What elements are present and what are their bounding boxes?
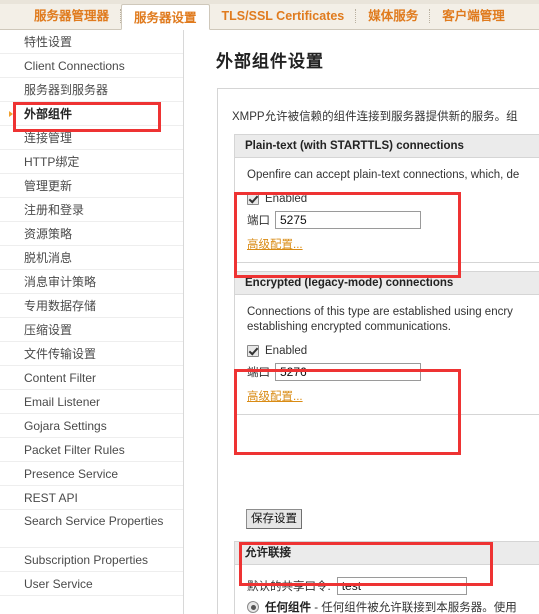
sidebar-item-http-binding[interactable]: HTTP绑定: [0, 150, 183, 174]
plaintext-description: Openfire can accept plain-text connectio…: [247, 169, 520, 181]
sidebar-item-label: 特性设置: [24, 35, 73, 49]
sidebar-item-label: 服务器到服务器: [24, 83, 109, 97]
plaintext-advanced-config-link[interactable]: 高级配置...: [247, 236, 303, 252]
sidebar-item-label: User Service: [24, 577, 93, 591]
sidebar-item-label: 资源策略: [24, 227, 73, 241]
sidebar-item-label: 文件传输设置: [24, 347, 97, 361]
sidebar-item-content-filter[interactable]: Content Filter: [0, 366, 183, 390]
intro-description: XMPP允许被信赖的组件连接到服务器提供新的服务。组: [232, 111, 518, 123]
app-screen: 服务器管理器 服务器设置 TLS/SSL Certificates 媒体服务 客…: [0, 0, 539, 614]
sidebar-item-label: Email Listener: [24, 395, 101, 409]
allowed-connections-body: 默认的共享口令: 任何组件 - 任何组件被允许联接到本服务器。使用 允许联接名单…: [235, 565, 539, 614]
allow-any-component-description: - 任何组件被允许联接到本服务器。使用: [314, 602, 517, 614]
selected-arrow-icon: [9, 111, 13, 117]
sidebar-item-feature-settings[interactable]: 特性设置: [0, 30, 183, 54]
plaintext-connections-section: Plain-text (with STARTTLS) connections O…: [234, 134, 539, 263]
sidebar-item-label: Presence Service: [24, 467, 119, 481]
sidebar-item-client-connections[interactable]: Client Connections: [0, 54, 183, 78]
allow-any-component-radio[interactable]: [247, 601, 259, 613]
tab-tls-ssl-certificates[interactable]: TLS/SSL Certificates: [210, 3, 357, 29]
sidebar-item-label: Content Filter: [24, 371, 97, 385]
sidebar-item-label: Search Service Properties: [24, 514, 164, 528]
sidebar-item-presence-service[interactable]: Presence Service: [0, 462, 183, 486]
plaintext-section-body: Openfire can accept plain-text connectio…: [235, 158, 539, 262]
sidebar-item-label: Gojara Settings: [24, 419, 107, 433]
sidebar-item-connection-management[interactable]: 连接管理: [0, 126, 183, 150]
sidebar-item-label: 连接管理: [24, 131, 73, 145]
sidebar-item-external-components[interactable]: 外部组件: [0, 102, 183, 126]
save-settings-button[interactable]: 保存设置: [246, 509, 302, 529]
sidebar-item-compression-settings[interactable]: 压缩设置: [0, 318, 183, 342]
sidebar-item-server-to-server[interactable]: 服务器到服务器: [0, 78, 183, 102]
encrypted-port-row: 端口: [247, 363, 539, 381]
sidebar-item-label: 注册和登录: [24, 203, 85, 217]
plaintext-port-label: 端口: [247, 215, 270, 227]
sidebar-nav: 特性设置 Client Connections 服务器到服务器 外部组件 连接管…: [0, 30, 184, 614]
sidebar-item-resource-policy[interactable]: 资源策略: [0, 222, 183, 246]
plaintext-port-row: 端口: [247, 211, 539, 229]
sidebar-item-subscription-properties[interactable]: Subscription Properties: [0, 548, 183, 572]
plaintext-enabled-label: Enabled: [265, 193, 308, 205]
encrypted-enabled-label: Enabled: [265, 345, 308, 357]
sidebar-item-label: Subscription Properties: [24, 553, 149, 567]
sidebar-item-label: 专用数据存储: [24, 299, 97, 313]
allow-any-component-label: 任何组件: [265, 602, 311, 614]
encrypted-enabled-row[interactable]: Enabled: [247, 345, 539, 357]
sidebar-item-registration-login[interactable]: 注册和登录: [0, 198, 183, 222]
plaintext-port-input[interactable]: [275, 211, 421, 229]
sidebar-item-label: 消息审计策略: [24, 275, 97, 289]
encrypted-section-header: Encrypted (legacy-mode) connections: [235, 272, 539, 295]
tab-media-service[interactable]: 媒体服务: [356, 3, 431, 29]
allowed-connections-section: 允许联接 默认的共享口令: 任何组件 - 任何组件被允许联接到本服务器。使用 允…: [234, 541, 539, 614]
sidebar-item-label: Packet Filter Rules: [24, 443, 125, 457]
plaintext-enabled-row[interactable]: Enabled: [247, 193, 539, 205]
main-content: 外部组件设置 XMPP允许被信赖的组件连接到服务器提供新的服务。组 Plain-…: [185, 31, 539, 614]
plaintext-enabled-checkbox[interactable]: [247, 193, 259, 205]
encrypted-port-input[interactable]: [275, 363, 421, 381]
sidebar-item-email-listener[interactable]: Email Listener: [0, 390, 183, 414]
tab-client-management[interactable]: 客户端管理: [430, 3, 517, 29]
allow-any-component-row[interactable]: 任何组件 - 任何组件被允许联接到本服务器。使用: [247, 599, 539, 614]
sidebar-item-manage-updates[interactable]: 管理更新: [0, 174, 183, 198]
shared-secret-row: 默认的共享口令:: [247, 577, 539, 595]
encrypted-connections-section: Encrypted (legacy-mode) connections Conn…: [234, 271, 539, 415]
sidebar-item-gojara-settings[interactable]: Gojara Settings: [0, 414, 183, 438]
page-title: 外部组件设置: [216, 52, 324, 71]
top-tabbar: 服务器管理器 服务器设置 TLS/SSL Certificates 媒体服务 客…: [0, 0, 539, 30]
sidebar-item-user-service[interactable]: User Service: [0, 572, 183, 596]
encrypted-enabled-checkbox[interactable]: [247, 345, 259, 357]
shared-secret-input[interactable]: [336, 577, 467, 595]
sidebar-item-label: 压缩设置: [24, 323, 73, 337]
sidebar-item-label: Client Connections: [24, 59, 125, 73]
sidebar-item-private-data-storage[interactable]: 专用数据存储: [0, 294, 183, 318]
sidebar-item-label: REST API: [24, 491, 78, 505]
encrypted-port-label: 端口: [247, 367, 270, 379]
tab-server-manager[interactable]: 服务器管理器: [22, 3, 122, 29]
external-components-panel: XMPP允许被信赖的组件连接到服务器提供新的服务。组 Plain-text (w…: [217, 88, 539, 614]
sidebar-item-packet-filter-rules[interactable]: Packet Filter Rules: [0, 438, 183, 462]
sidebar-item-search-service-properties[interactable]: Search Service Properties: [0, 510, 183, 548]
sidebar-item-label: 管理更新: [24, 179, 73, 193]
sidebar-item-label: 脱机消息: [24, 251, 73, 265]
sidebar-item-rest-api[interactable]: REST API: [0, 486, 183, 510]
sidebar-item-label: 外部组件: [24, 107, 73, 121]
shared-secret-label: 默认的共享口令:: [247, 581, 331, 593]
sidebar-item-label: HTTP绑定: [24, 155, 80, 169]
sidebar-item-message-audit-policy[interactable]: 消息审计策略: [0, 270, 183, 294]
allowed-connections-header: 允许联接: [235, 542, 539, 565]
encrypted-advanced-config-link[interactable]: 高级配置...: [247, 388, 303, 404]
encrypted-section-body: Connections of this type are established…: [235, 295, 539, 414]
sidebar-item-offline-messages[interactable]: 脱机消息: [0, 246, 183, 270]
tab-server-settings[interactable]: 服务器设置: [121, 4, 210, 30]
sidebar-item-file-transfer-settings[interactable]: 文件传输设置: [0, 342, 183, 366]
encrypted-description-line1: Connections of this type are established…: [247, 306, 513, 318]
plaintext-section-header: Plain-text (with STARTTLS) connections: [235, 135, 539, 158]
encrypted-description-line2: establishing encrypted communications.: [247, 321, 451, 333]
